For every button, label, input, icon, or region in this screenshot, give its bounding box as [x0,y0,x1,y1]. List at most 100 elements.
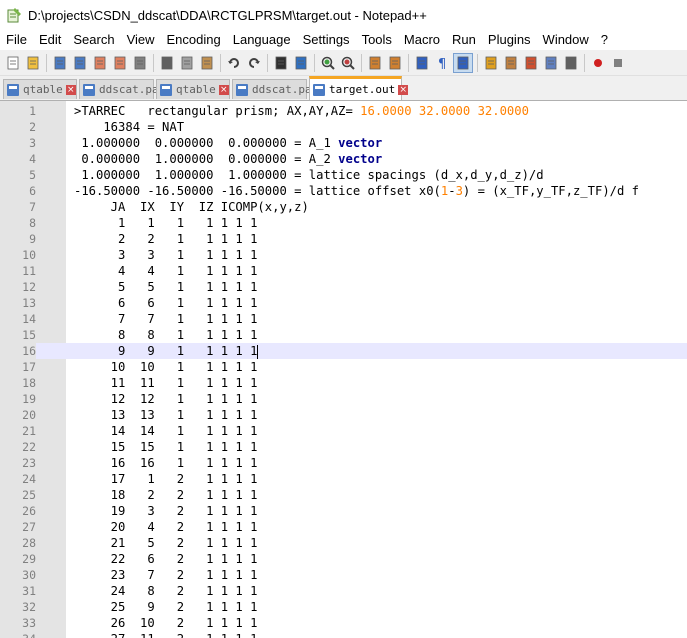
line-text: 24 8 2 1 1 1 1 [74,584,258,598]
menu-language[interactable]: Language [227,30,297,50]
print-icon[interactable] [131,54,149,72]
menu-tools[interactable]: Tools [356,30,398,50]
editor-line[interactable]: 28 21 5 2 1 1 1 1 [0,535,687,551]
editor-line[interactable]: 33 26 10 2 1 1 1 1 [0,615,687,631]
title-bar: D:\projects\CSDN_ddscat\DDA\RCTGLPRSM\ta… [0,0,687,30]
cut-icon[interactable] [158,54,176,72]
editor-line[interactable]: 9 2 2 1 1 1 1 1 [0,231,687,247]
redo-icon[interactable] [245,54,263,72]
save-icon[interactable] [51,54,69,72]
paste-icon[interactable] [198,54,216,72]
menu-encoding[interactable]: Encoding [161,30,227,50]
editor-line[interactable]: 13 6 6 1 1 1 1 1 [0,295,687,311]
menu-file[interactable]: File [0,30,33,50]
line-number: 32 [22,600,36,614]
line-number: 15 [22,328,36,342]
language-icon[interactable] [482,54,500,72]
menu-view[interactable]: View [121,30,161,50]
editor-line[interactable]: 6 -16.50000 -16.50000 -16.50000 = lattice… [0,183,687,199]
close-icon[interactable] [91,54,109,72]
line-number: 23 [22,456,36,470]
editor-line[interactable]: 7 JA IX IY IZ ICOMP(x,y,z) [0,199,687,215]
stop-record-icon[interactable] [609,54,627,72]
tab-target-out[interactable]: target.out × [309,76,409,100]
monitor-icon[interactable] [562,54,580,72]
editor-line[interactable]: 34 27 11 2 1 1 1 1 [0,631,687,638]
editor-line[interactable]: 22 15 15 1 1 1 1 1 [0,439,687,455]
editor-line[interactable]: 23 16 16 1 1 1 1 1 [0,455,687,471]
editor-line[interactable]: 2 16384 = NAT [0,119,687,135]
editor-line[interactable]: 31 24 8 2 1 1 1 1 [0,583,687,599]
close-all-icon[interactable] [111,54,129,72]
tab-ddscat-par[interactable]: ddscat.par× [232,79,332,99]
editor-line[interactable]: 12 5 5 1 1 1 1 1 [0,279,687,295]
editor-line[interactable]: 29 22 6 2 1 1 1 1 [0,551,687,567]
save-all-icon[interactable] [71,54,89,72]
editor-line[interactable]: 27 20 4 2 1 1 1 1 [0,519,687,535]
tab-close-icon[interactable]: × [218,84,229,95]
editor-line[interactable]: 11 4 4 1 1 1 1 1 [0,263,687,279]
line-number: 27 [22,520,36,534]
sync-vertical-icon[interactable] [366,54,384,72]
tab-ddscat-par[interactable]: ddscat.par× [79,79,179,99]
editor-line[interactable]: 10 3 3 1 1 1 1 1 [0,247,687,263]
editor-line[interactable]: 4 0.000000 1.000000 0.000000 = A_2 vecto… [0,151,687,167]
copy-icon[interactable] [178,54,196,72]
tab-qtable[interactable]: qtable × [3,79,77,99]
editor-line[interactable]: 21 14 14 1 1 1 1 1 [0,423,687,439]
editor-line[interactable]: 5 1.000000 1.000000 1.000000 = lattice s… [0,167,687,183]
editor-line[interactable]: 18 11 11 1 1 1 1 1 [0,375,687,391]
menu-run[interactable]: Run [446,30,482,50]
record-macro-icon[interactable] [589,54,607,72]
editor-line[interactable]: 3 1.000000 0.000000 0.000000 = A_1 vecto… [0,135,687,151]
find-icon[interactable] [272,54,290,72]
new-file-icon[interactable] [4,54,22,72]
line-number: 31 [22,584,36,598]
zoom-out-icon[interactable] [339,54,357,72]
menu-edit[interactable]: Edit [33,30,67,50]
menu-plugins[interactable]: Plugins [482,30,537,50]
editor-line[interactable]: 16 9 9 1 1 1 1 1 [0,343,687,359]
sync-horizontal-icon[interactable] [386,54,404,72]
editor-line[interactable]: 8 1 1 1 1 1 1 1 [0,215,687,231]
editor-line[interactable]: 32 25 9 2 1 1 1 1 [0,599,687,615]
line-text: 16384 = NAT [74,120,185,134]
line-text: 15 15 1 1 1 1 1 [74,440,258,454]
function-list-icon[interactable] [502,54,520,72]
line-number: 1 [29,104,36,118]
editor-line[interactable]: 25 18 2 2 1 1 1 1 [0,487,687,503]
editor-line[interactable]: 30 23 7 2 1 1 1 1 [0,567,687,583]
tab-close-icon[interactable]: × [398,84,409,95]
menu-window[interactable]: Window [537,30,595,50]
tab-close-icon[interactable]: × [65,84,76,95]
replace-icon[interactable] [292,54,310,72]
undo-icon[interactable] [225,54,243,72]
editor-line[interactable]: 20 13 13 1 1 1 1 1 [0,407,687,423]
line-text: 7 7 1 1 1 1 1 [74,312,258,326]
tab-qtable[interactable]: qtable × [156,79,230,99]
editor-line[interactable]: 17 10 10 1 1 1 1 1 [0,359,687,375]
folder-workspace-icon[interactable] [522,54,540,72]
tab-label: qtable [23,83,63,96]
zoom-in-icon[interactable] [319,54,337,72]
editor-line[interactable]: 1 >TARREC rectangular prism; AX,AY,AZ= 16… [0,103,687,119]
line-number: 22 [22,440,36,454]
doc-map-icon[interactable] [542,54,560,72]
menu-macro[interactable]: Macro [398,30,446,50]
text-caret [257,344,259,359]
menu-help[interactable]: ? [595,30,614,50]
open-file-icon[interactable] [24,54,42,72]
line-text: 26 10 2 1 1 1 1 [74,616,258,630]
menu-search[interactable]: Search [67,30,120,50]
word-wrap-icon[interactable] [413,54,431,72]
editor[interactable]: 1 >TARREC rectangular prism; AX,AY,AZ= 16… [0,101,687,638]
indent-guide-icon[interactable] [453,52,473,73]
editor-line[interactable]: 15 8 8 1 1 1 1 1 [0,327,687,343]
editor-line[interactable]: 24 17 1 2 1 1 1 1 [0,471,687,487]
editor-line[interactable]: 26 19 3 2 1 1 1 1 [0,503,687,519]
editor-line[interactable]: 14 7 7 1 1 1 1 1 [0,311,687,327]
show-all-chars-icon[interactable]: ¶ [433,54,451,72]
document-icon [236,83,248,96]
editor-line[interactable]: 19 12 12 1 1 1 1 1 [0,391,687,407]
menu-settings[interactable]: Settings [297,30,356,50]
